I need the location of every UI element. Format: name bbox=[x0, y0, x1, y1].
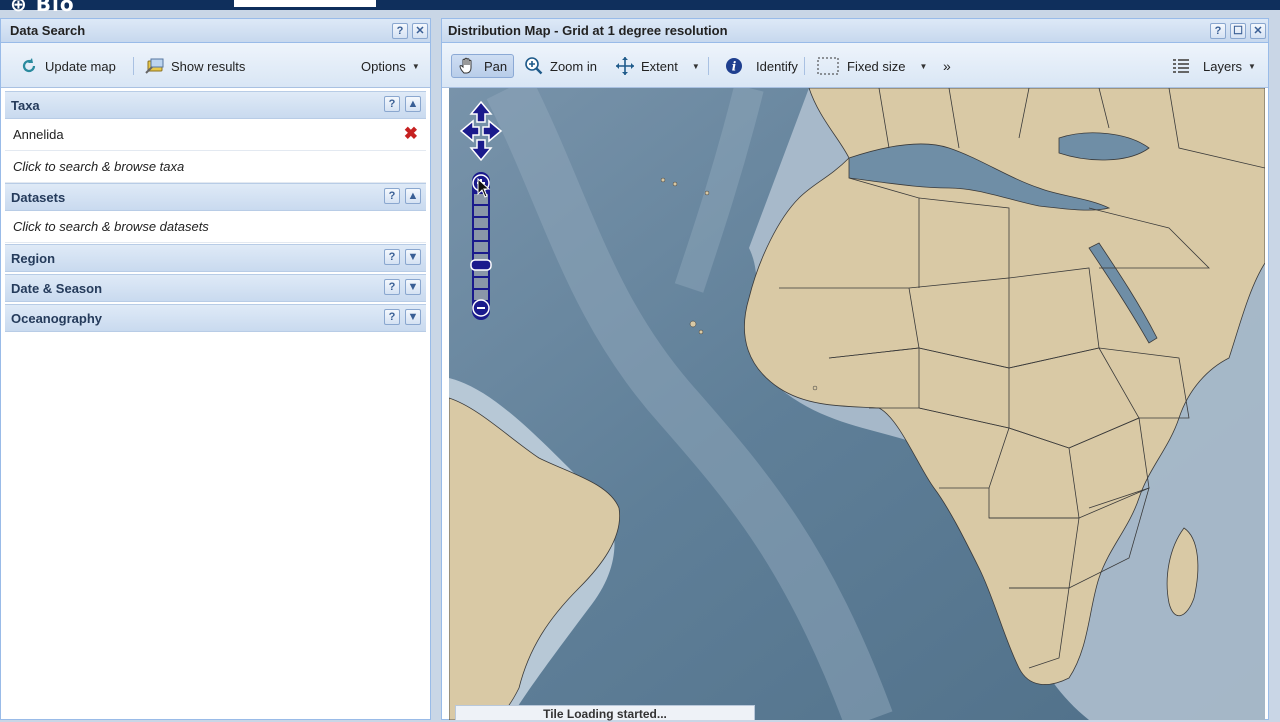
top-banner: ⊕ Bio bbox=[0, 0, 1280, 16]
taxa-browse-link[interactable]: Click to search & browse taxa bbox=[5, 151, 426, 183]
maximize-button[interactable]: ☐ bbox=[1230, 23, 1246, 39]
data-search-toolbar: Update map Show results Options ▼ bbox=[1, 43, 430, 88]
close-button[interactable]: ✕ bbox=[1250, 23, 1266, 39]
list-icon bbox=[1171, 56, 1191, 76]
taxa-item-label: Annelida bbox=[13, 127, 64, 142]
zoom-slider-handle[interactable] bbox=[470, 259, 492, 271]
toolbar-separator bbox=[708, 57, 709, 75]
help-button[interactable]: ? bbox=[384, 188, 400, 204]
extent-menu-button[interactable]: Extent ▼ bbox=[609, 54, 706, 78]
pan-tool-button[interactable]: Pan bbox=[451, 54, 515, 78]
datasets-browse-label: Click to search & browse datasets bbox=[13, 219, 209, 234]
refresh-icon bbox=[19, 56, 39, 76]
section-region-header[interactable]: Region ? ▼ bbox=[5, 244, 426, 272]
show-results-button[interactable]: Show results bbox=[139, 54, 251, 78]
map-toolbar: Pan Zoom in Extent ▼ i Identify Fixed si… bbox=[442, 43, 1268, 88]
options-label: Options bbox=[361, 58, 406, 74]
update-map-button[interactable]: Update map bbox=[13, 54, 122, 78]
panel-title: Data Search bbox=[10, 23, 86, 38]
taxa-browse-label: Click to search & browse taxa bbox=[13, 159, 185, 174]
expand-icon[interactable]: ▼ bbox=[405, 249, 421, 265]
toolbar-separator bbox=[133, 57, 134, 75]
section-date-season-header[interactable]: Date & Season ? ▼ bbox=[5, 274, 426, 302]
section-taxa-header[interactable]: Taxa ? ▲ bbox=[5, 91, 426, 119]
expand-icon[interactable]: ▼ bbox=[405, 279, 421, 295]
identify-tool-button[interactable]: i Identify bbox=[718, 54, 804, 78]
zoom-in-icon bbox=[524, 56, 544, 76]
more-tools-label: » bbox=[943, 58, 951, 74]
close-button[interactable]: ✕ bbox=[412, 23, 428, 39]
section-title: Taxa bbox=[11, 98, 40, 113]
help-button[interactable]: ? bbox=[1210, 23, 1226, 39]
mouse-cursor-icon bbox=[477, 177, 491, 198]
panel-title: Distribution Map - Grid at 1 degree reso… bbox=[448, 23, 728, 38]
extent-label: Extent bbox=[641, 58, 678, 74]
help-button[interactable]: ? bbox=[384, 279, 400, 295]
chevron-down-icon: ▼ bbox=[411, 61, 420, 71]
pan-up-icon[interactable] bbox=[469, 100, 493, 123]
collapse-icon[interactable]: ▲ bbox=[405, 96, 421, 112]
layers-label: Layers bbox=[1203, 58, 1243, 74]
top-search-input[interactable] bbox=[234, 0, 376, 7]
pan-right-icon[interactable] bbox=[482, 119, 503, 143]
data-search-header: Data Search ? ✕ bbox=[1, 19, 430, 43]
expand-icon[interactable]: ▼ bbox=[405, 309, 421, 325]
chevron-down-icon: ▼ bbox=[1248, 61, 1256, 71]
map-panel-header: Distribution Map - Grid at 1 degree reso… bbox=[442, 19, 1268, 43]
map-image bbox=[449, 88, 1265, 720]
remove-icon[interactable]: ✖ bbox=[404, 125, 418, 142]
chevron-down-icon: ▼ bbox=[919, 61, 928, 71]
search-sections: Taxa ? ▲ Annelida ✖ Click to search & br… bbox=[1, 88, 426, 332]
tile-loading-status: Tile Loading started... bbox=[455, 705, 755, 721]
chevron-down-icon: ▼ bbox=[691, 61, 700, 71]
zoom-in-label: Zoom in bbox=[550, 58, 597, 74]
section-title: Datasets bbox=[11, 190, 66, 205]
section-title: Oceanography bbox=[11, 311, 103, 326]
layers-menu-button[interactable]: Layers ▼ bbox=[1165, 54, 1262, 78]
section-datasets-header[interactable]: Datasets ? ▲ bbox=[5, 183, 426, 211]
help-button[interactable]: ? bbox=[384, 309, 400, 325]
pan-down-icon[interactable] bbox=[469, 139, 493, 162]
datasets-browse-link[interactable]: Click to search & browse datasets bbox=[5, 211, 426, 243]
info-icon: i bbox=[724, 56, 744, 76]
collapse-icon[interactable]: ▲ bbox=[405, 188, 421, 204]
pan-label: Pan bbox=[484, 58, 508, 74]
map-canvas[interactable] bbox=[449, 88, 1265, 720]
pan-navigation-control[interactable] bbox=[459, 100, 503, 162]
toolbar-separator bbox=[804, 57, 805, 75]
svg-text:i: i bbox=[732, 60, 737, 74]
update-map-label: Update map bbox=[45, 58, 116, 74]
site-logo: ⊕ Bio bbox=[10, 0, 75, 16]
more-tools-button[interactable]: » bbox=[937, 54, 957, 78]
fixed-size-label: Fixed size bbox=[847, 58, 906, 74]
help-button[interactable]: ? bbox=[384, 249, 400, 265]
results-icon bbox=[145, 56, 165, 76]
help-button[interactable]: ? bbox=[392, 23, 408, 39]
section-title: Date & Season bbox=[11, 281, 103, 296]
data-search-panel: Data Search ? ✕ Update map Show results … bbox=[0, 18, 431, 720]
hand-icon bbox=[458, 56, 478, 76]
show-results-label: Show results bbox=[171, 58, 246, 74]
taxa-item-row: Annelida ✖ bbox=[5, 119, 426, 151]
pan-left-icon[interactable] bbox=[459, 119, 480, 143]
options-menu-button[interactable]: Options ▼ bbox=[355, 54, 426, 78]
zoom-in-tool-button[interactable]: Zoom in bbox=[518, 54, 603, 78]
help-button[interactable]: ? bbox=[384, 96, 400, 112]
move-arrows-icon bbox=[615, 56, 635, 76]
identify-label: Identify bbox=[756, 58, 798, 74]
dashed-box-icon bbox=[817, 56, 839, 76]
section-oceanography-header[interactable]: Oceanography ? ▼ bbox=[5, 304, 426, 332]
fixed-size-menu-button[interactable]: Fixed size ▼ bbox=[811, 54, 933, 78]
section-title: Region bbox=[11, 251, 56, 266]
